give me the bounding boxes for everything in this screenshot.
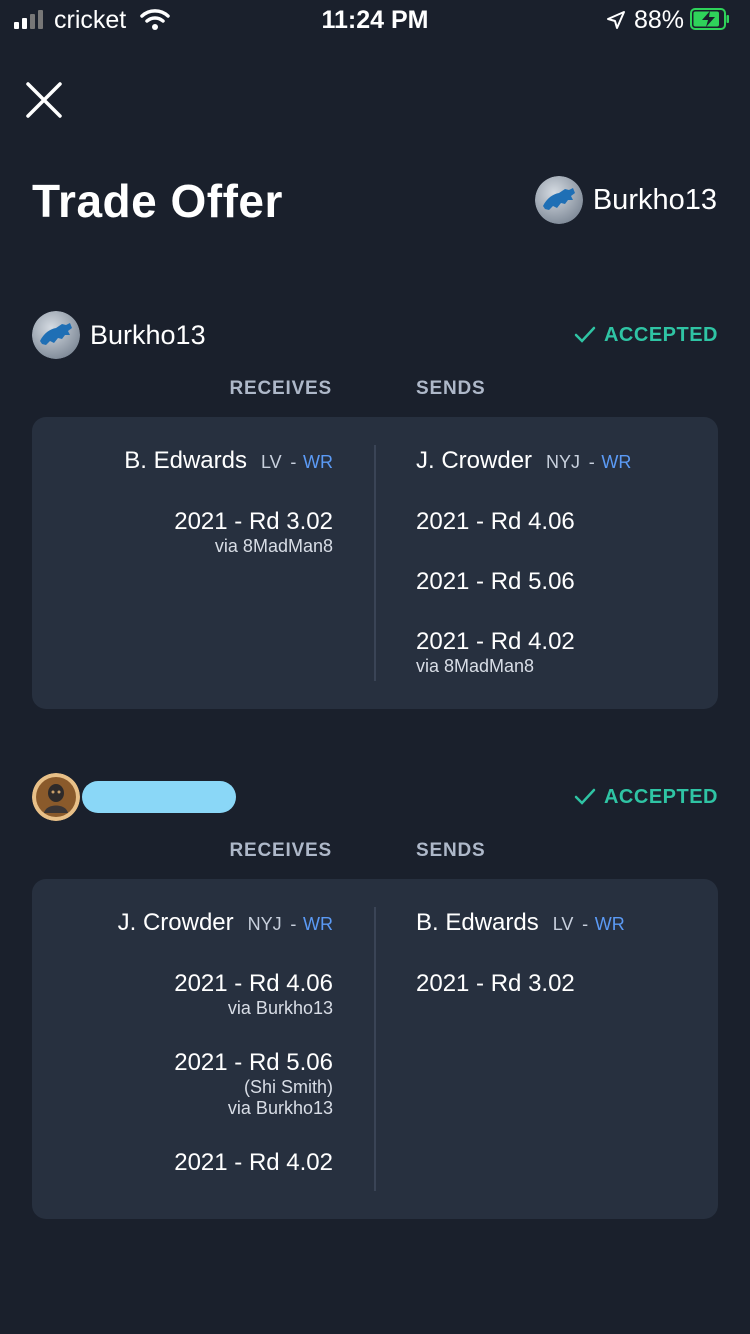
header-user[interactable]: Burkho13	[534, 176, 717, 224]
player-item[interactable]: J. Crowder NYJ - WR	[416, 447, 631, 475]
lions-avatar	[534, 176, 583, 224]
close-icon[interactable]	[24, 80, 64, 120]
page-title: Trade Offer	[32, 175, 283, 227]
player-item[interactable]: B. Edwards LV - WR	[416, 909, 625, 937]
receives-column-2: J. Crowder NYJ - WR 2021 - Rd 4.06 via Bu…	[118, 909, 333, 1177]
redacted-username	[82, 781, 236, 813]
check-icon	[574, 788, 596, 805]
sends-header-2: SENDS	[416, 840, 486, 861]
accepted-status-2: ACCEPTED	[574, 786, 718, 809]
pick-item: 2021 - Rd 3.02 via 8MadMan8	[174, 508, 333, 556]
receives-column-1: B. Edwards LV - WR 2021 - Rd 3.02 via 8Ma…	[124, 447, 333, 557]
pick-item: 2021 - Rd 4.02	[174, 1149, 333, 1176]
pick-item: 2021 - Rd 4.06 via Burkho13	[174, 970, 333, 1018]
pick-item: 2021 - Rd 4.02 via 8MadMan8	[416, 628, 575, 676]
sends-column-2: B. Edwards LV - WR 2021 - Rd 3.02	[416, 909, 625, 998]
location-arrow-icon	[607, 11, 625, 29]
party-row-1: Burkho13 ACCEPTED	[32, 311, 718, 359]
trade-card-2: J. Crowder NYJ - WR 2021 - Rd 4.06 via Bu…	[32, 879, 718, 1219]
sends-column-1: J. Crowder NYJ - WR 2021 - Rd 4.06 2021 -…	[416, 447, 631, 677]
receives-header-1: RECEIVES	[229, 378, 332, 399]
pick-item: 2021 - Rd 5.06	[416, 568, 575, 595]
pick-item: 2021 - Rd 3.02	[416, 970, 575, 997]
battery-percent: 88%	[634, 6, 685, 34]
header-username: Burkho13	[592, 183, 717, 216]
status-bar: cricket 11:24 PM 88%	[0, 0, 750, 42]
check-icon	[574, 326, 596, 343]
column-divider	[374, 907, 376, 1191]
accepted-status-1: ACCEPTED	[574, 324, 718, 347]
pick-item: 2021 - Rd 4.06	[416, 508, 575, 535]
sends-header-1: SENDS	[416, 378, 486, 399]
battery-charging-icon	[690, 8, 729, 30]
party-1-name: Burkho13	[90, 319, 206, 350]
trade-card-1: B. Edwards LV - WR 2021 - Rd 3.02 via 8Ma…	[32, 417, 718, 709]
receives-header-2: RECEIVES	[229, 840, 332, 861]
user-avatar	[32, 773, 80, 821]
player-item[interactable]: J. Crowder NYJ - WR	[118, 909, 333, 937]
column-divider	[374, 445, 376, 681]
player-item[interactable]: B. Edwards LV - WR	[124, 447, 333, 475]
lions-avatar	[32, 311, 80, 359]
pick-item: 2021 - Rd 5.06 (Shi Smith) via Burkho13	[174, 1049, 333, 1118]
